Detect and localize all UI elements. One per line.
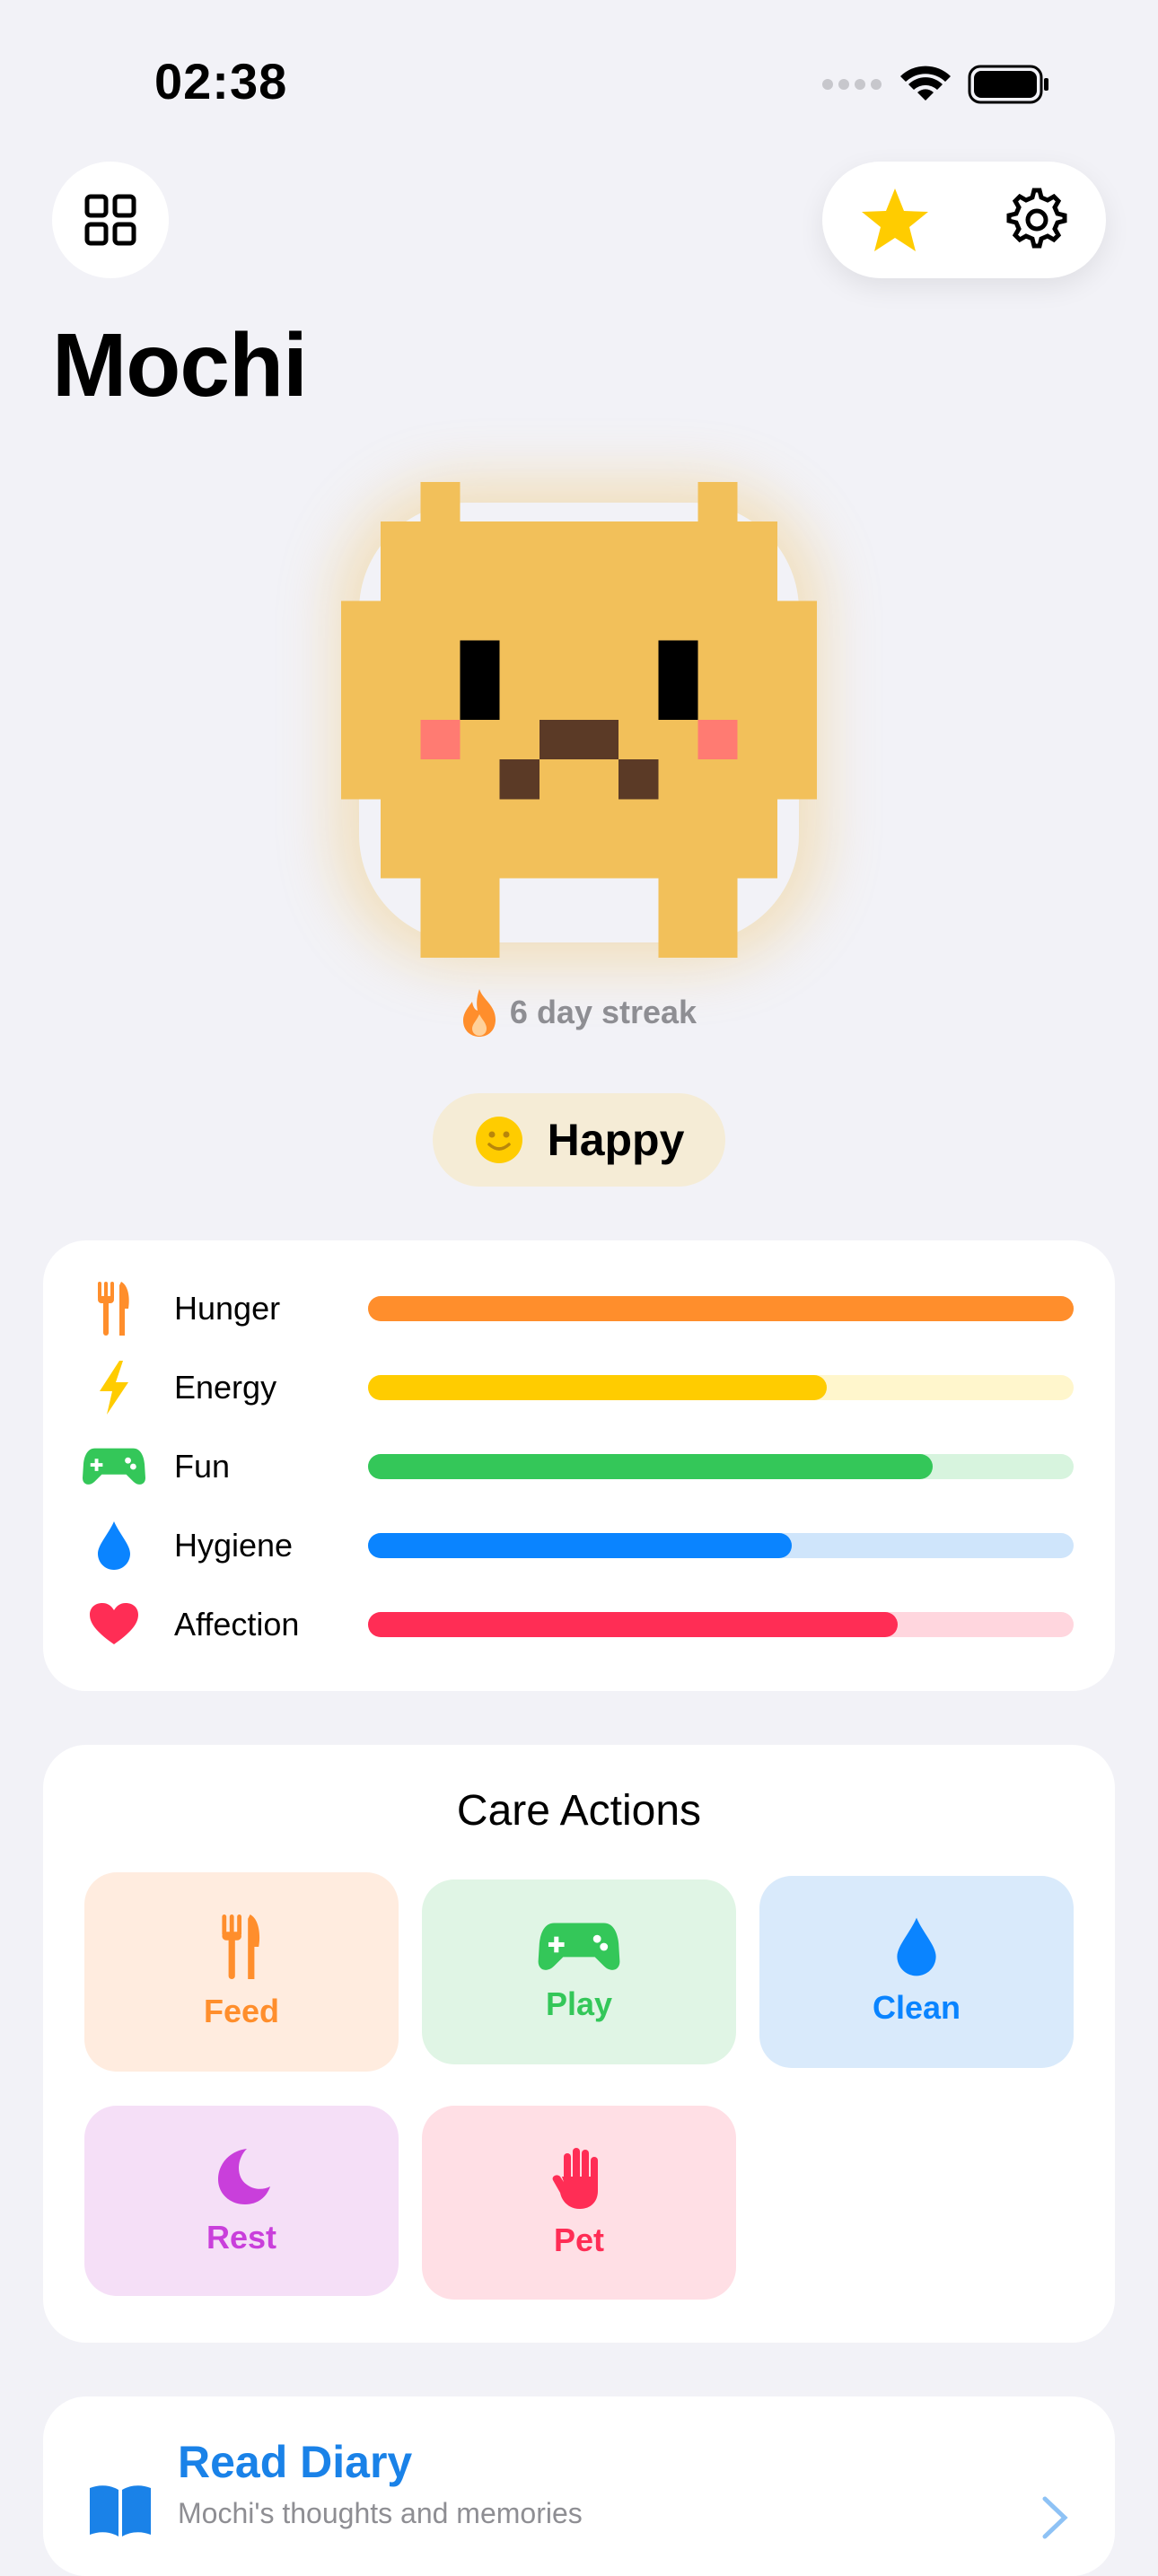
stat-row-hygiene: Hygiene <box>43 1519 1115 1573</box>
feed-button[interactable]: Feed <box>84 1872 399 2072</box>
pet-blush-left <box>420 720 461 760</box>
play-button[interactable]: Play <box>422 1879 736 2064</box>
stat-bar-track <box>368 1454 1074 1479</box>
streak-indicator: 6 day streak <box>0 987 1158 1038</box>
clean-button[interactable]: Clean <box>759 1876 1074 2068</box>
stat-bar-track <box>368 1375 1074 1400</box>
pet-eye-right <box>658 640 698 720</box>
stat-row-affection: Affection <box>43 1598 1115 1652</box>
status-indicators <box>820 65 1050 104</box>
pet-blush-right <box>697 720 738 760</box>
care-actions-title: Care Actions <box>456 1787 702 1835</box>
stat-bar-fill <box>368 1454 933 1479</box>
gamepad-icon <box>83 1446 145 1487</box>
pet-label: Pet <box>553 2221 605 2258</box>
gamepad-icon <box>538 1923 620 1970</box>
menu-grid-button[interactable] <box>52 162 169 278</box>
flame-icon <box>462 989 496 1037</box>
gear-icon[interactable] <box>1004 188 1069 252</box>
diary-title: Read Diary <box>178 2437 413 2487</box>
stat-bar-track <box>368 1533 1074 1558</box>
stat-label: Fun <box>174 1448 231 1485</box>
feed-label: Feed <box>203 1993 280 2029</box>
chevron-right-icon <box>1042 2496 1068 2539</box>
pet-pixel-art[interactable] <box>341 481 817 959</box>
mood-label: Happy <box>547 1115 685 1165</box>
diary-subtitle: Mochi's thoughts and memories <box>178 2497 583 2529</box>
pet-name: Mochi <box>52 315 308 416</box>
stat-bar-track <box>368 1612 1074 1637</box>
pet-eye-left <box>460 640 500 720</box>
stat-bar-fill <box>368 1375 827 1400</box>
stat-row-hunger: Hunger <box>43 1282 1115 1336</box>
heart-icon <box>83 1603 145 1646</box>
stat-bar-fill <box>368 1533 792 1558</box>
stat-row-fun: Fun <box>43 1440 1115 1494</box>
care-actions-card: Care Actions Feed Play Clean Rest Pet <box>43 1745 1115 2343</box>
battery-icon <box>968 65 1048 104</box>
header-actions <box>822 162 1106 278</box>
drop-icon <box>83 1521 145 1570</box>
play-label: Play <box>545 1985 613 2022</box>
cellular-signal-icon <box>822 79 882 90</box>
wifi-icon <box>900 66 951 101</box>
stat-label: Energy <box>174 1369 277 1406</box>
status-time: 02:38 <box>154 53 288 110</box>
stat-label: Hygiene <box>174 1527 294 1564</box>
pet-button[interactable]: Pet <box>422 2106 736 2300</box>
fork-knife-icon <box>222 1914 260 1979</box>
rest-label: Rest <box>206 2219 277 2256</box>
streak-label: 6 day streak <box>509 994 697 1030</box>
drop-icon <box>897 1917 936 1976</box>
bolt-icon <box>83 1361 145 1415</box>
hand-icon <box>552 2148 598 2209</box>
read-diary-button[interactable]: Read Diary Mochi's thoughts and memories <box>43 2396 1115 2576</box>
grid-icon <box>84 194 136 246</box>
stat-label: Affection <box>174 1606 300 1643</box>
stat-bar-track <box>368 1296 1074 1321</box>
stat-label: Hunger <box>174 1290 281 1327</box>
stat-bar-fill <box>368 1296 1074 1321</box>
mood-badge: Happy <box>433 1093 725 1187</box>
moon-icon <box>218 2149 270 2204</box>
smiley-icon <box>475 1117 522 1163</box>
book-icon <box>90 2485 151 2537</box>
stat-bar-fill <box>368 1612 898 1637</box>
stat-row-energy: Energy <box>43 1361 1115 1415</box>
fork-knife-icon <box>83 1282 145 1336</box>
stats-card: Hunger Energy Fun Hygiene Affection <box>43 1240 1115 1691</box>
star-icon[interactable] <box>860 187 930 253</box>
clean-label: Clean <box>872 1989 961 2026</box>
rest-button[interactable]: Rest <box>84 2106 399 2296</box>
